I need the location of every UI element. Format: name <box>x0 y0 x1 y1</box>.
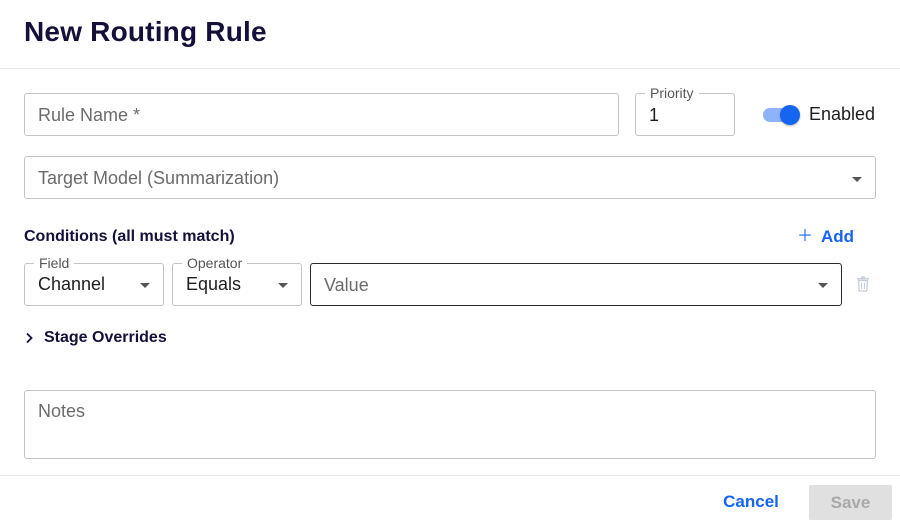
chevron-right-icon <box>26 332 33 344</box>
condition-value-select[interactable]: Value <box>310 263 842 306</box>
priority-input[interactable]: Priority 1 <box>635 84 735 136</box>
condition-operator-value: Equals <box>186 274 242 294</box>
stage-overrides-toggle[interactable]: Stage Overrides <box>24 328 167 348</box>
trash-icon[interactable] <box>856 276 870 292</box>
notes-placeholder: Notes <box>38 401 86 421</box>
save-button[interactable]: Save <box>809 485 892 520</box>
rule-name-placeholder: Rule Name * <box>38 105 141 125</box>
toggle-thumb <box>780 105 800 125</box>
condition-operator-select[interactable]: Operator Equals <box>172 254 302 306</box>
conditions-heading: Conditions (all must match) <box>24 228 235 245</box>
dialog-footer: Cancel Save <box>0 475 900 528</box>
enabled-toggle[interactable] <box>763 104 803 126</box>
chevron-down-icon <box>852 177 862 182</box>
target-model-select[interactable]: Target Model (Summarization) <box>24 156 876 199</box>
routing-rule-dialog: New Routing Rule Rule Name * Priority 1 … <box>0 0 900 528</box>
chevron-down-icon <box>818 283 828 288</box>
add-condition-label: Add <box>821 227 855 246</box>
priority-value: 1 <box>649 105 660 125</box>
dialog-title: New Routing Rule <box>24 16 267 47</box>
target-model-placeholder: Target Model (Summarization) <box>38 168 280 188</box>
rule-name-input[interactable]: Rule Name * <box>24 93 619 136</box>
enabled-label: Enabled <box>809 104 876 124</box>
chevron-down-icon <box>278 283 288 288</box>
dialog-header: New Routing Rule <box>0 0 900 69</box>
condition-field-select[interactable]: Field Channel <box>24 254 164 306</box>
cancel-button[interactable]: Cancel <box>714 485 788 519</box>
add-condition-button[interactable]: ＋ Add <box>797 226 854 248</box>
condition-value-placeholder: Value <box>324 275 369 295</box>
condition-field-label: Field <box>34 254 75 272</box>
condition-field-value: Channel <box>38 274 106 294</box>
priority-label: Priority <box>645 84 699 102</box>
chevron-down-icon <box>140 283 150 288</box>
notes-textarea[interactable]: Notes <box>24 390 876 459</box>
stage-overrides-label: Stage Overrides <box>44 329 167 346</box>
plus-icon: ＋ <box>797 228 814 245</box>
condition-operator-label: Operator <box>182 254 248 272</box>
